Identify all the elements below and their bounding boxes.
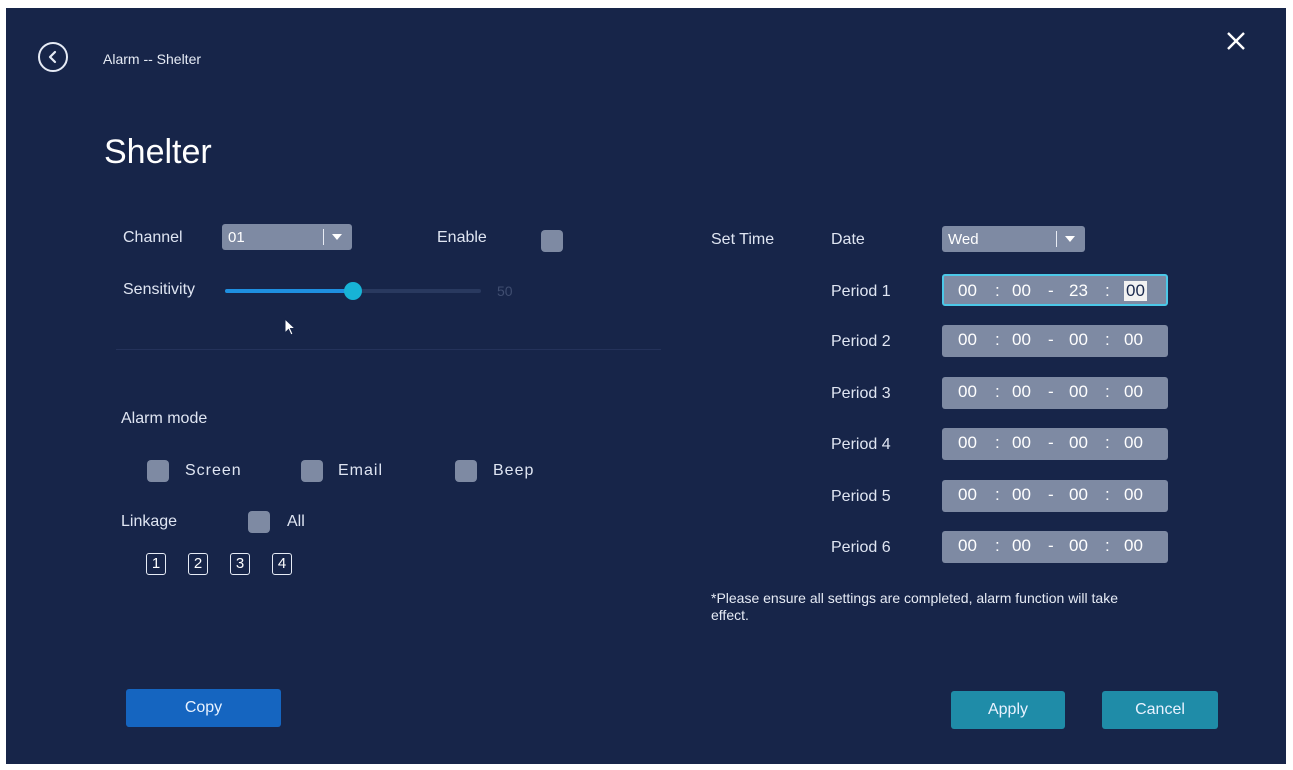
screen-label: Screen: [185, 462, 242, 479]
channel-4-checkbox[interactable]: 4: [272, 553, 292, 575]
period-start-minute[interactable]: 00: [1012, 536, 1031, 556]
sensitivity-slider-fill: [225, 289, 353, 293]
period-start-hour[interactable]: 00: [958, 281, 977, 301]
sensitivity-label: Sensitivity: [123, 281, 196, 298]
chevron-down-icon: [332, 234, 342, 240]
time-colon: :: [995, 536, 1000, 555]
period-end-minute[interactable]: 00: [1124, 382, 1143, 402]
period-end-hour[interactable]: 00: [1069, 433, 1088, 453]
time-dash: -: [1048, 485, 1054, 504]
close-icon: [1227, 32, 1245, 50]
linkage-all-label: All: [287, 513, 305, 530]
channel-1-checkbox[interactable]: 1: [146, 553, 166, 575]
date-select[interactable]: Wed: [942, 226, 1085, 252]
set-time-label: Set Time: [711, 231, 775, 248]
back-button[interactable]: [38, 42, 68, 72]
time-colon: :: [995, 485, 1000, 504]
enable-checkbox[interactable]: [541, 230, 563, 252]
back-arrow-icon: [48, 50, 57, 64]
sensitivity-slider-thumb[interactable]: [344, 282, 362, 300]
beep-checkbox[interactable]: [455, 460, 477, 482]
chevron-down-icon: [1065, 236, 1075, 242]
time-colon: :: [995, 281, 1000, 300]
period-2-time-field[interactable]: 00 : 00 - 00 : 00: [942, 325, 1168, 357]
period-3-label: Period 3: [831, 385, 891, 402]
period-end-minute[interactable]: 00: [1124, 536, 1143, 556]
time-colon: :: [1105, 281, 1110, 300]
date-label: Date: [831, 231, 865, 248]
period-end-minute[interactable]: 00: [1124, 485, 1143, 505]
email-label: Email: [338, 462, 384, 479]
period-end-minute[interactable]: 00: [1124, 281, 1147, 301]
time-colon: :: [1105, 536, 1110, 555]
channel-2-checkbox[interactable]: 2: [188, 553, 208, 575]
period-end-hour[interactable]: 00: [1069, 536, 1088, 556]
email-checkbox[interactable]: [301, 460, 323, 482]
time-colon: :: [1105, 485, 1110, 504]
period-4-time-field[interactable]: 00 : 00 - 00 : 00: [942, 428, 1168, 460]
time-colon: :: [995, 382, 1000, 401]
mouse-pointer-icon: [284, 318, 297, 336]
period-end-hour[interactable]: 23: [1069, 281, 1088, 301]
period-6-time-field[interactable]: 00 : 00 - 00 : 00: [942, 531, 1168, 563]
channel-3-checkbox[interactable]: 3: [230, 553, 250, 575]
enable-label: Enable: [437, 229, 487, 246]
period-5-label: Period 5: [831, 488, 891, 505]
time-colon: :: [1105, 382, 1110, 401]
period-end-hour[interactable]: 00: [1069, 382, 1088, 402]
select-separator: [323, 229, 324, 245]
period-start-minute[interactable]: 00: [1012, 281, 1031, 301]
period-start-hour[interactable]: 00: [958, 382, 977, 402]
period-4-label: Period 4: [831, 436, 891, 453]
alarm-mode-label: Alarm mode: [121, 410, 208, 427]
period-1-time-field[interactable]: 00 : 00 - 23 : 00: [942, 274, 1168, 306]
screen-checkbox[interactable]: [147, 460, 169, 482]
period-end-minute[interactable]: 00: [1124, 330, 1143, 350]
select-separator: [1056, 231, 1057, 247]
period-start-hour[interactable]: 00: [958, 330, 977, 350]
cancel-button[interactable]: Cancel: [1102, 691, 1218, 729]
time-dash: -: [1048, 330, 1054, 349]
time-dash: -: [1048, 382, 1054, 401]
channel-value: 01: [228, 228, 245, 246]
sensitivity-slider[interactable]: [225, 282, 481, 300]
linkage-all-checkbox[interactable]: [248, 511, 270, 533]
period-start-minute[interactable]: 00: [1012, 330, 1031, 350]
section-divider: [116, 349, 661, 350]
linkage-label: Linkage: [121, 513, 178, 530]
period-end-hour[interactable]: 00: [1069, 330, 1088, 350]
period-2-label: Period 2: [831, 333, 891, 350]
period-end-minute[interactable]: 00: [1124, 433, 1143, 453]
settings-note: *Please ensure all settings are complete…: [711, 590, 1118, 623]
time-dash: -: [1048, 433, 1054, 452]
period-5-time-field[interactable]: 00 : 00 - 00 : 00: [942, 480, 1168, 512]
time-colon: :: [1105, 433, 1110, 452]
channel-select[interactable]: 01: [222, 224, 352, 250]
date-value: Wed: [948, 230, 979, 248]
time-colon: :: [995, 330, 1000, 349]
period-start-hour[interactable]: 00: [958, 433, 977, 453]
time-colon: :: [995, 433, 1000, 452]
period-6-label: Period 6: [831, 539, 891, 556]
period-start-minute[interactable]: 00: [1012, 485, 1031, 505]
period-3-time-field[interactable]: 00 : 00 - 00 : 00: [942, 377, 1168, 409]
period-start-minute[interactable]: 00: [1012, 433, 1031, 453]
copy-button[interactable]: Copy: [126, 689, 281, 727]
channel-label: Channel: [123, 229, 183, 246]
period-end-hour[interactable]: 00: [1069, 485, 1088, 505]
period-start-minute[interactable]: 00: [1012, 382, 1031, 402]
period-start-hour[interactable]: 00: [958, 485, 977, 505]
time-dash: -: [1048, 536, 1054, 555]
time-colon: :: [1105, 330, 1110, 349]
period-start-hour[interactable]: 00: [958, 536, 977, 556]
page-title: Shelter: [104, 133, 212, 171]
sensitivity-value: 50: [497, 283, 513, 299]
time-dash: -: [1048, 281, 1054, 300]
close-button[interactable]: [1223, 28, 1249, 54]
beep-label: Beep: [493, 462, 535, 479]
period-1-label: Period 1: [831, 283, 891, 300]
apply-button[interactable]: Apply: [951, 691, 1065, 729]
breadcrumb: Alarm -- Shelter: [103, 51, 202, 67]
